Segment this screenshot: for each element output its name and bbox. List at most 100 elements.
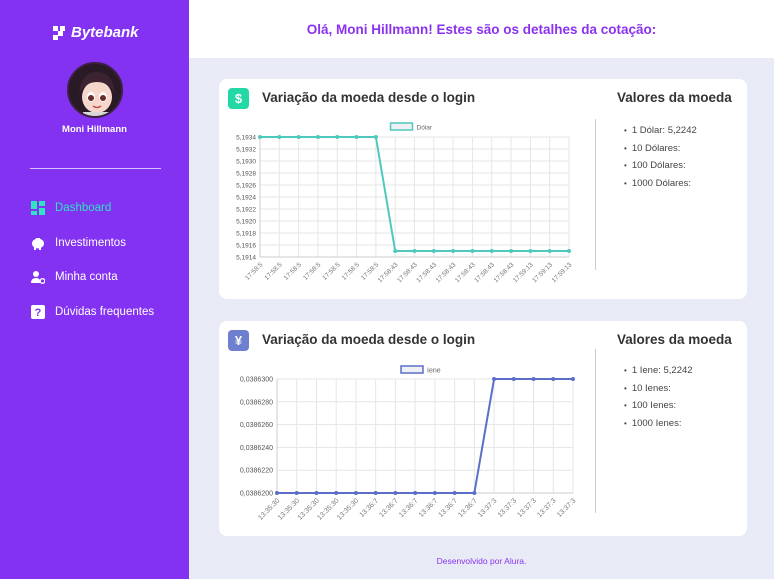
x-tick-label: 13:36:7 (398, 497, 420, 519)
data-point (528, 249, 533, 253)
sidebar-item-label: Minha conta (55, 271, 118, 283)
y-tick-label: 5,1916 (236, 243, 256, 250)
y-tick-label: 5,1920 (236, 219, 256, 226)
sidebar-item-minha-conta[interactable]: Minha conta (31, 270, 118, 284)
data-point (353, 491, 358, 495)
data-point (489, 249, 494, 253)
x-tick-label: 13:36:7 (457, 497, 479, 519)
x-tick-label: 13:36:7 (378, 497, 400, 519)
data-point (334, 491, 339, 495)
x-tick-label: 13:36:7 (418, 497, 440, 519)
sidebar-item-label: Dúvidas frequentes (55, 306, 155, 318)
data-point (314, 491, 319, 495)
data-point (354, 135, 359, 139)
y-tick-label: 5,1914 (236, 255, 256, 262)
data-point (567, 249, 571, 253)
value-item: 100 Dólares: (624, 157, 697, 175)
value-item: 1000 Dólares: (624, 175, 697, 193)
data-point (315, 135, 320, 139)
y-tick-label: 0,0386240 (240, 445, 273, 452)
values-title: Valores da moeda (617, 332, 732, 347)
value-item: 1000 Ienes: (624, 415, 693, 433)
data-point (472, 491, 477, 495)
values-list: 1 Dólar: 5,2242 10 Dólares: 100 Dólares:… (624, 122, 697, 192)
value-item: 1 Iene: 5,2242 (624, 362, 693, 380)
y-tick-label: 0,0386300 (240, 377, 273, 384)
legend-swatch (389, 122, 414, 131)
x-tick-label: 17:58:5 (244, 261, 265, 282)
piggy-bank-icon (31, 236, 45, 250)
data-point (431, 249, 436, 253)
card-divider (595, 119, 596, 270)
x-tick-label: 17:58:5 (321, 261, 342, 282)
data-point (531, 377, 536, 381)
logo[interactable]: Bytebank (53, 24, 139, 41)
x-tick-label: 13:37:3 (477, 497, 499, 519)
legend-label: Iene (427, 368, 441, 375)
avatar (67, 62, 123, 118)
currency-card-iene: ¥ Variação da moeda desde o login 0,0386… (219, 321, 747, 536)
data-point (413, 491, 418, 495)
value-item: 10 Ienes: (624, 380, 693, 398)
bytebank-logo-icon (53, 25, 67, 40)
data-point (470, 249, 475, 253)
header: Olá, Moni Hillmann! Estes são os detalhe… (189, 0, 774, 58)
data-point (492, 377, 497, 381)
footer: Desenvolvido por Alura. (436, 556, 527, 566)
card-divider (595, 349, 596, 513)
x-tick-label: 13:37:3 (556, 497, 578, 519)
y-tick-label: 0,0386280 (240, 399, 273, 406)
x-tick-label: 13:35:30 (336, 497, 360, 521)
legend-label: Dólar (417, 125, 433, 132)
sidebar-item-label: Dashboard (55, 202, 112, 214)
svg-text:?: ? (35, 307, 42, 319)
currency-card-dolar: $ Variação da moeda desde o login 5,1914… (219, 79, 747, 299)
x-tick-label: 17:58:5 (302, 261, 323, 282)
data-point (451, 249, 456, 253)
sidebar-item-investimentos[interactable]: Investimentos (31, 236, 126, 250)
data-point (571, 377, 575, 381)
data-point (373, 135, 378, 139)
values-title: Valores da moeda (617, 90, 732, 105)
page-title: Olá, Moni Hillmann! Estes são os detalhe… (306, 21, 657, 37)
sidebar-item-duvidas[interactable]: ? Dúvidas frequentes (31, 305, 154, 319)
sidebar-item-dashboard[interactable]: Dashboard (31, 201, 111, 215)
data-point (258, 135, 262, 139)
data-point (393, 249, 398, 253)
data-point (412, 249, 417, 253)
x-tick-label: 13:36:7 (359, 497, 381, 519)
legend-swatch (400, 365, 424, 374)
question-icon: ? (31, 305, 45, 319)
user-settings-icon (31, 270, 45, 284)
data-point (547, 249, 552, 253)
logo-text: Bytebank (71, 24, 139, 41)
x-tick-label: 13:36:7 (438, 497, 460, 519)
data-point (393, 491, 398, 495)
data-point (432, 491, 437, 495)
y-tick-label: 5,1928 (236, 171, 256, 178)
y-tick-label: 0,0386200 (240, 491, 273, 498)
data-point (509, 249, 514, 253)
data-point (511, 377, 516, 381)
y-tick-label: 5,1918 (236, 231, 256, 238)
sidebar: Bytebank Moni Hillmann Dashboard Investi… (0, 0, 189, 579)
x-tick-label: 17:58:5 (263, 261, 284, 282)
value-item: 100 Ienes: (624, 397, 693, 415)
data-point (373, 491, 378, 495)
data-point (277, 135, 282, 139)
data-point (335, 135, 340, 139)
y-tick-label: 0,0386260 (240, 422, 273, 429)
chart-iene: 0,0386200 0,0386220 0,0386240 0,0386260 0,03… (240, 365, 578, 522)
data-point (275, 491, 279, 495)
value-item: 10 Dólares: (624, 140, 697, 158)
x-tick-label: 17:59:13 (551, 261, 574, 284)
y-tick-label: 5,1926 (236, 183, 256, 190)
x-tick-label: 17:58:5 (283, 261, 304, 282)
user-name: Moni Hillmann (62, 124, 127, 135)
data-point (296, 135, 301, 139)
y-tick-label: 5,1934 (236, 135, 256, 142)
chart-dolar: 5,1914 5,1916 5,1918 5,1920 5,1922 5,1924 5,19… (236, 122, 574, 284)
y-tick-label: 5,1930 (236, 159, 256, 166)
y-tick-label: 5,1932 (236, 147, 256, 154)
sidebar-divider (30, 168, 161, 169)
